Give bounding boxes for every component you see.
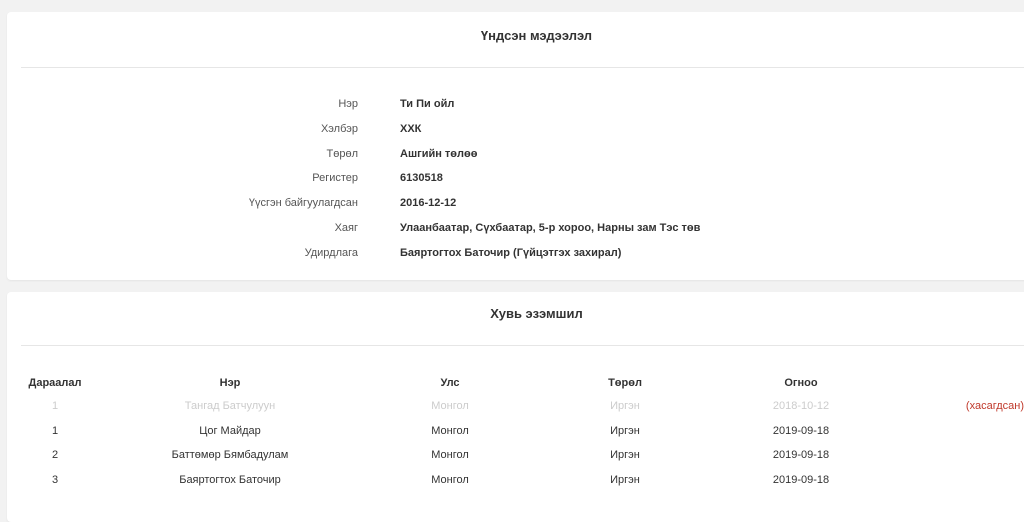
info-value: ХХК: [400, 123, 422, 135]
info-value: Ти Пи ойл: [400, 98, 455, 110]
cell-type: Иргэн: [610, 400, 640, 413]
info-value: Ашгийн төлөө: [400, 148, 478, 160]
basic-info-title: Үндсэн мэдээлэл: [480, 28, 593, 43]
cell-country: Монгол: [431, 473, 469, 486]
info-row-address: Хаяг Улаанбаатар, Сүхбаатар, 5-р хороо, …: [7, 219, 1007, 237]
cell-type: Иргэн: [610, 424, 640, 437]
cell-name: Баттөмөр Бямбадулам: [171, 449, 289, 462]
cell-country: Монгол: [431, 400, 469, 413]
cell-index: 1: [51, 400, 59, 413]
info-row-register: Регистер 6130518: [7, 169, 1007, 187]
info-row-founded: Үүсгэн байгуулагдсан 2016-12-12: [7, 194, 1007, 212]
column-header-name: Нэр: [219, 377, 241, 389]
info-value: Баяртогтох Баточир (Гүйцэтгэх захирал): [400, 247, 622, 259]
cell-name: Цог Майдар: [199, 424, 261, 437]
ownership-title: Хувь эзэмшил: [490, 306, 583, 321]
ownership-divider: [21, 345, 1024, 346]
info-value: 6130518: [400, 172, 443, 184]
column-header-type: Төрөл: [608, 377, 642, 389]
info-label: Хэлбэр: [320, 123, 358, 135]
removed-status-badge: (хасагдсан): [965, 400, 1024, 413]
column-header-date: Огноо: [784, 377, 818, 389]
column-header-index: Дараалал: [28, 377, 82, 389]
cell-status: [881, 443, 1024, 468]
cell-date: 2019-09-18: [772, 473, 830, 486]
cell-country: Монгол: [431, 449, 469, 462]
cell-status: [881, 468, 1024, 493]
info-label: Регистер: [312, 172, 358, 184]
info-row-type: Төрөл Ашгийн төлөө: [7, 145, 1007, 163]
column-header-country: Улс: [440, 377, 460, 389]
cell-index: 2: [51, 449, 59, 462]
info-row-form: Хэлбэр ХХК: [7, 120, 1007, 138]
column-header-status: [881, 372, 1024, 394]
cell-country: Монгол: [431, 424, 469, 437]
info-label: Удирдлага: [304, 247, 358, 259]
cell-name: Тангад Батчулуун: [184, 400, 276, 413]
info-row-management: Удирдлага Баяртогтох Баточир (Гүйцэтгэх …: [7, 244, 1007, 262]
cell-type: Иргэн: [610, 473, 640, 486]
ownership-table: Дараалал Нэр Улс Төрөл Огноо 1 Тангад Ба…: [21, 372, 1024, 492]
info-label: Хаяг: [334, 222, 358, 234]
cell-status: [881, 419, 1024, 444]
cell-date: 2019-09-18: [772, 424, 830, 437]
info-label: Үүсгэн байгуулагдсан: [248, 197, 358, 209]
basic-info-card: Үндсэн мэдээлэл Нэр Ти Пи ойл Хэлбэр ХХК…: [7, 12, 1024, 280]
cell-date: 2019-09-18: [772, 449, 830, 462]
cell-index: 1: [51, 424, 59, 437]
table-row: 1 Цог Майдар Монгол Иргэн 2019-09-18: [21, 419, 1024, 444]
cell-name: Баяртогтох Баточир: [179, 473, 281, 486]
info-label: Төрөл: [326, 148, 359, 160]
cell-date: 2018-10-12: [772, 400, 830, 413]
table-row: 3 Баяртогтох Баточир Монгол Иргэн 2019-0…: [21, 468, 1024, 493]
table-header-row: Дараалал Нэр Улс Төрөл Огноо: [21, 372, 1024, 394]
info-label: Нэр: [338, 98, 358, 110]
info-value: 2016-12-12: [400, 197, 457, 209]
table-row: 1 Тангад Батчулуун Монгол Иргэн 2018-10-…: [21, 394, 1024, 419]
table-row: 2 Баттөмөр Бямбадулам Монгол Иргэн 2019-…: [21, 443, 1024, 468]
ownership-card: Хувь эзэмшил Дараалал Нэр Улс Төрөл Огно…: [7, 292, 1024, 522]
basic-info-divider: [21, 67, 1024, 68]
info-row-name: Нэр Ти Пи ойл: [7, 95, 1007, 113]
cell-index: 3: [51, 473, 59, 486]
cell-type: Иргэн: [610, 449, 640, 462]
info-value: Улаанбаатар, Сүхбаатар, 5-р хороо, Нарны…: [400, 222, 701, 234]
